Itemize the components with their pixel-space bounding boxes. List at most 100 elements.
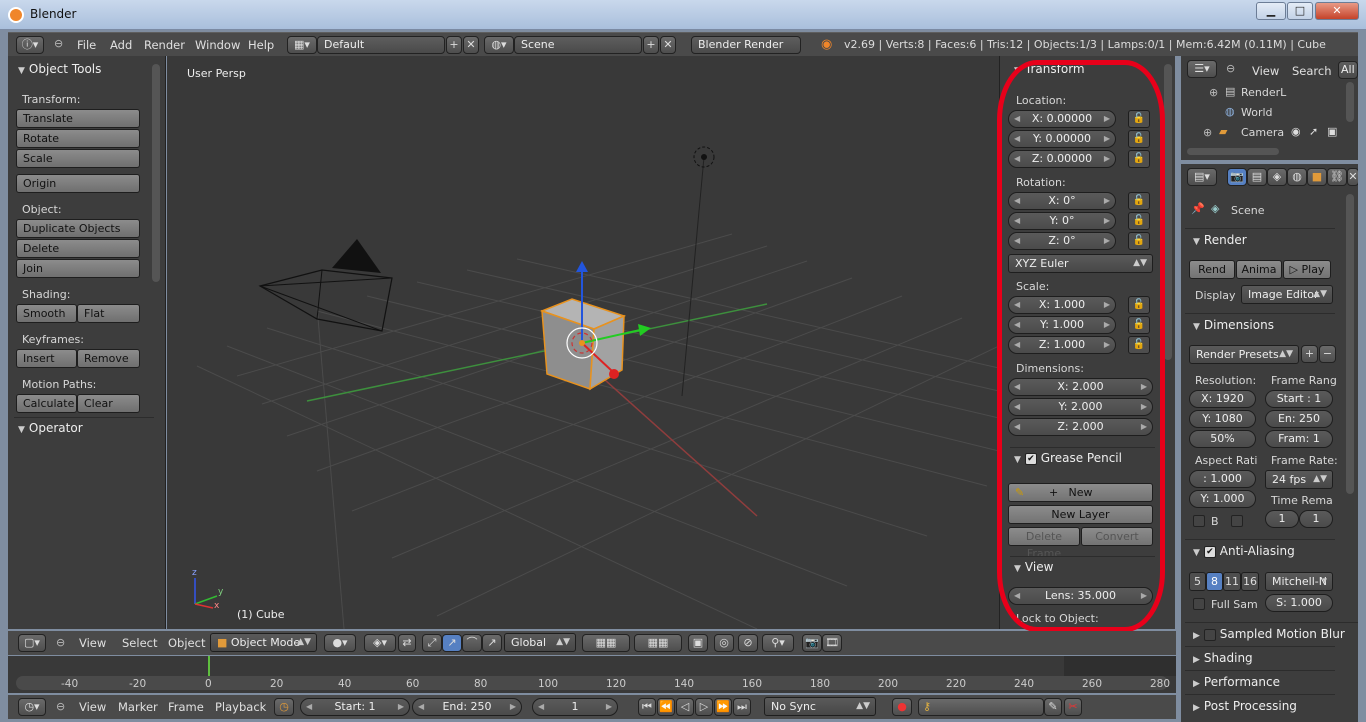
resolution-x-field[interactable]: X: 1920 — [1189, 390, 1256, 408]
constraints-tab-icon[interactable]: ⛓ — [1327, 168, 1347, 186]
new-layer-button[interactable]: New Layer — [1008, 505, 1153, 524]
insert-keyframe-icon[interactable]: ✎ — [1044, 698, 1062, 716]
lock-scale-x-icon[interactable]: 🔓 — [1128, 296, 1150, 314]
minimize-button[interactable]: ▁ — [1256, 2, 1286, 20]
camera-object[interactable] — [258, 239, 393, 332]
aa-16-button[interactable]: 16 — [1241, 572, 1259, 591]
scene-layers-2-icon[interactable]: ▦▦ — [634, 634, 682, 652]
current-frame-field[interactable]: ◀ 1 ▶ — [532, 698, 618, 716]
resolution-y-field[interactable]: Y: 1080 — [1189, 410, 1256, 428]
sampled-motion-blur-header[interactable]: ▶ Sampled Motion Blur — [1185, 622, 1358, 644]
snap-element-icon[interactable]: ⚲▾ — [762, 634, 794, 652]
3d-viewport[interactable]: User Persp z y x (1) Cube — [167, 56, 999, 629]
playback-menu[interactable]: Playback — [215, 700, 266, 714]
translate-manipulator-icon[interactable]: ⤢ — [422, 634, 442, 652]
outliner-filter-select[interactable]: All — [1338, 61, 1358, 79]
render-layers-tab-icon[interactable]: ▤ — [1247, 168, 1267, 186]
editor-type-icon[interactable]: ⓘ▾ — [16, 36, 44, 54]
jump-next-keyframe-icon[interactable]: ⏩ — [714, 698, 732, 716]
object-tools-header[interactable]: ▼ Object Tools — [14, 59, 101, 79]
aa-8-button[interactable]: 8 — [1206, 572, 1223, 591]
view-menu[interactable]: View — [79, 636, 106, 650]
npanel-scrollbar[interactable] — [1164, 64, 1172, 360]
shading-panel-header[interactable]: ▶ Shading — [1185, 646, 1335, 668]
menu-file[interactable]: File — [77, 38, 96, 52]
timeline-view-menu[interactable]: View — [79, 700, 106, 714]
marker-menu[interactable]: Marker — [118, 700, 158, 714]
mode-select[interactable]: ■ Object Mode ▲▼ — [210, 633, 317, 652]
lock-scale-z-icon[interactable]: 🔓 — [1128, 336, 1150, 354]
orientation-select[interactable]: Global ▲▼ — [504, 633, 576, 652]
outliner-view-menu[interactable]: View — [1252, 64, 1279, 78]
delete-button[interactable]: Delete — [16, 239, 140, 258]
pivot-point-icon[interactable]: ◈▾ — [364, 634, 396, 652]
frame-rate-select[interactable]: 24 fps ▲▼ — [1265, 470, 1333, 489]
select-menu[interactable]: Select — [122, 636, 157, 650]
aspect-y-field[interactable]: Y: 1.000 — [1189, 490, 1256, 508]
time-remap-old-field[interactable]: 1 — [1265, 510, 1299, 528]
select-cursor-icon[interactable]: ➚ — [1309, 125, 1318, 138]
play-reverse-icon[interactable]: ◁ — [676, 698, 694, 716]
outliner-hscrollbar[interactable] — [1187, 148, 1279, 155]
add-layout-icon[interactable]: + — [446, 36, 462, 54]
proportional-edit-icon[interactable]: ◎ — [714, 634, 734, 652]
lock-scale-y-icon[interactable]: 🔓 — [1128, 316, 1150, 334]
opengl-render-icon[interactable]: 📷 — [802, 634, 822, 652]
layer-lock-icon[interactable]: ▣ — [688, 634, 708, 652]
convert-button[interactable]: Convert — [1081, 527, 1153, 546]
rotation-x-field[interactable]: ◀ X: 0° ▶ — [1008, 192, 1116, 210]
rotation-z-field[interactable]: ◀ Z: 0° ▶ — [1008, 232, 1116, 250]
border-checkbox[interactable] — [1193, 515, 1205, 527]
render-tab-icon[interactable]: 📷 — [1227, 168, 1247, 186]
screen-layout-field[interactable]: Default — [317, 36, 445, 54]
viewport-shading-icon[interactable]: ●▾ — [324, 634, 356, 652]
aspect-x-field[interactable]: : 1.000 — [1189, 470, 1256, 488]
outliner-scrollbar[interactable] — [1346, 82, 1354, 122]
clear-button[interactable]: Clear — [77, 394, 140, 413]
insert-keyframe-button[interactable]: Insert — [16, 349, 77, 368]
visibility-eye-icon[interactable]: ◉ — [1291, 125, 1301, 138]
properties-editor-icon[interactable]: ▤▾ — [1187, 168, 1217, 186]
lock-rotation-z-icon[interactable]: 🔓 — [1128, 232, 1150, 250]
aa-filter-select[interactable]: Mitchell-N ▾ — [1265, 572, 1333, 591]
menu-add[interactable]: Add — [110, 38, 132, 52]
duplicate-objects-button[interactable]: Duplicate Objects — [16, 219, 140, 238]
properties-scrollbar[interactable] — [1346, 194, 1354, 494]
origin-button[interactable]: Origin — [16, 174, 140, 193]
current-frame-indicator[interactable] — [208, 656, 210, 676]
motion-blur-checkbox[interactable] — [1203, 628, 1216, 641]
snap-toggle-icon[interactable]: ⊘ — [738, 634, 758, 652]
expand-camera-icon[interactable]: ⊕ — [1203, 126, 1212, 139]
add-scene-icon[interactable]: + — [643, 36, 659, 54]
lens-field[interactable]: ◀ Lens: 35.000 ▶ — [1008, 587, 1153, 605]
grease-pencil-new-button[interactable]: ✎ + New — [1008, 483, 1153, 502]
timeline-scrollbar[interactable] — [16, 676, 1168, 690]
full-sample-checkbox[interactable] — [1193, 598, 1205, 610]
scale-y-field[interactable]: ◀ Y: 1.000 ▶ — [1008, 316, 1116, 334]
anti-aliasing-panel-header[interactable]: ▼ ✔ Anti-Aliasing — [1185, 539, 1335, 561]
aa-5-button[interactable]: 5 — [1189, 572, 1206, 591]
manipulator-toggle-icon[interactable]: ⇄ — [398, 634, 416, 652]
display-select[interactable]: Image Editor ▲▼ — [1241, 285, 1333, 304]
time-remap-new-field[interactable]: 1 — [1299, 510, 1333, 528]
maximize-button[interactable]: □ — [1287, 2, 1313, 20]
lock-rotation-y-icon[interactable]: 🔓 — [1128, 212, 1150, 230]
scene-field[interactable]: Scene — [514, 36, 642, 54]
add-preset-icon[interactable]: + — [1301, 345, 1318, 363]
remove-scene-icon[interactable]: ✕ — [660, 36, 676, 54]
menu-render[interactable]: Render — [144, 38, 185, 52]
timeline[interactable]: -40 -20 0 20 40 60 80 100 120 140 160 18… — [8, 656, 1176, 693]
lock-location-y-icon[interactable]: 🔓 — [1128, 130, 1150, 148]
play-forward-icon[interactable]: ▷ — [695, 698, 713, 716]
translate-button[interactable]: Translate — [16, 109, 140, 128]
scale-z-field[interactable]: ◀ Z: 1.000 ▶ — [1008, 336, 1116, 354]
render-panel-header[interactable]: ▼ Render — [1185, 228, 1335, 250]
dimension-z-field[interactable]: ◀ Z: 2.000 ▶ — [1008, 418, 1153, 436]
timeline-editor-icon[interactable]: ◷▾ — [18, 698, 46, 716]
delete-keyframe-icon[interactable]: ✂ — [1064, 698, 1082, 716]
world-tab-icon[interactable]: ◍ — [1287, 168, 1307, 186]
end-frame-field[interactable]: ◀ End: 250 ▶ — [412, 698, 522, 716]
flat-button[interactable]: Flat — [77, 304, 140, 323]
render-presets-select[interactable]: Render Presets ▲▼ — [1189, 345, 1299, 364]
screen-layout-icon[interactable]: ▦▾ — [287, 36, 317, 54]
